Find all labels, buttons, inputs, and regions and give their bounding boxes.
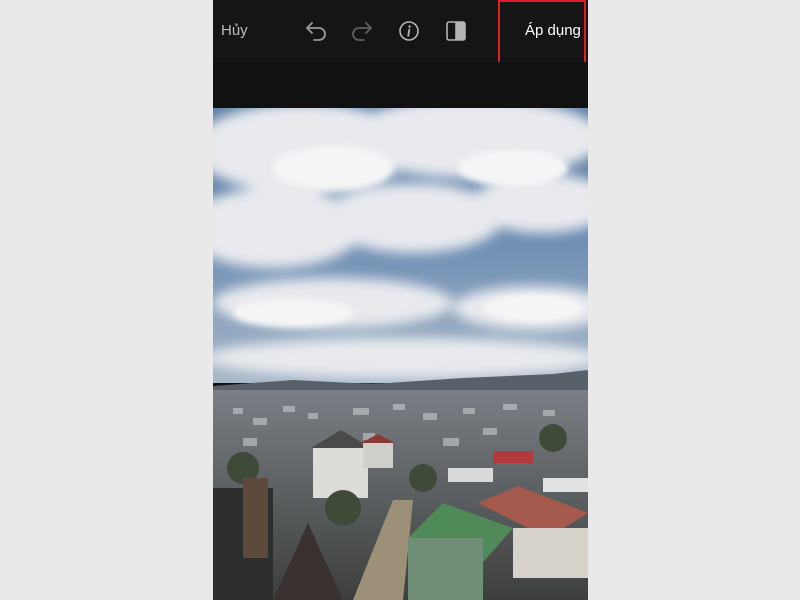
cancel-button[interactable]: Hủy [221,22,248,39]
editor-toolbar: Hủy Áp dụng [213,0,588,64]
phone-screen: Hủy Áp dụng [213,0,588,600]
info-icon[interactable] [396,18,422,44]
undo-icon[interactable] [303,18,329,44]
apply-button[interactable]: Áp dụng [525,22,581,39]
toolbar-spacer [213,62,588,108]
edited-photo [213,108,588,600]
compare-icon[interactable] [443,18,469,44]
redo-icon[interactable] [349,18,375,44]
